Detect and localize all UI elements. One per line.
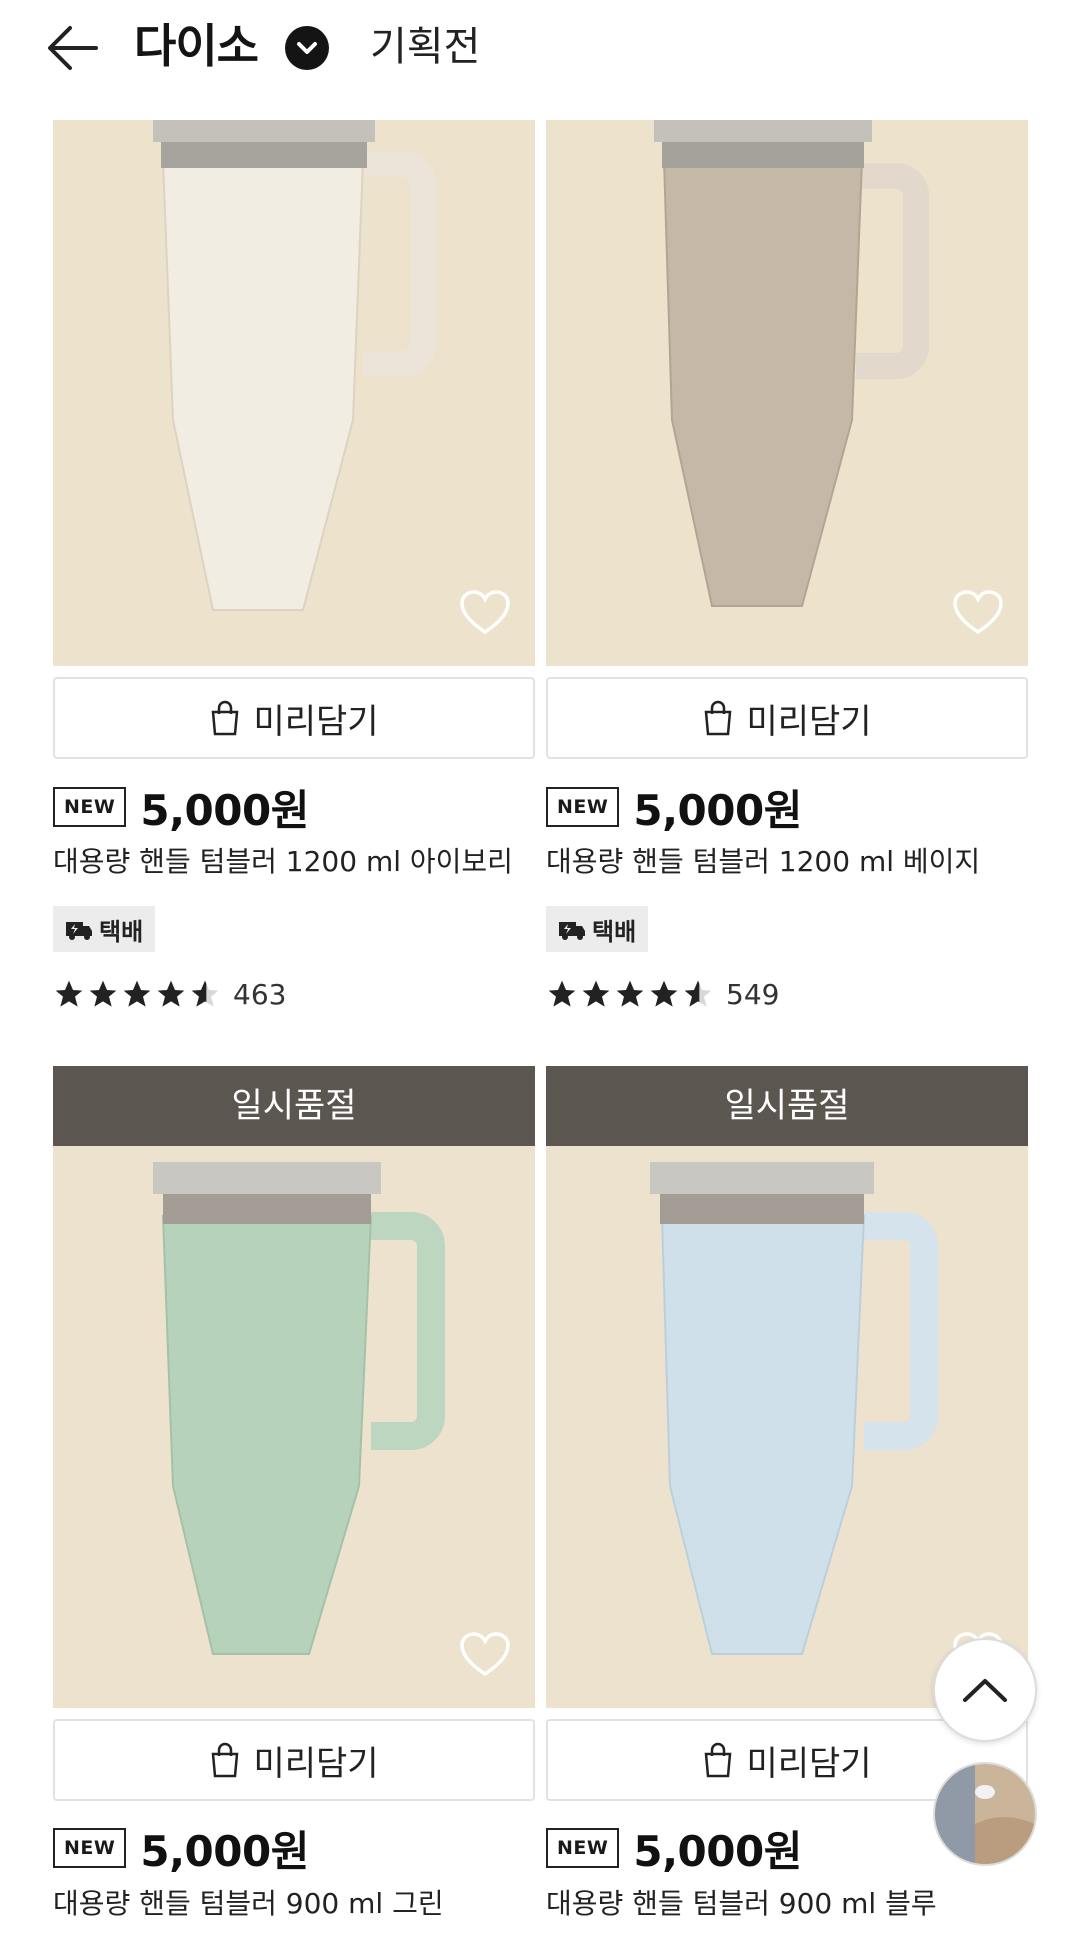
product-price: 5,000원 [140,1826,309,1876]
brand-title[interactable]: 다이소 [134,16,259,76]
product-image[interactable] [53,120,535,666]
soldout-banner: 일시품절 [546,1066,1028,1146]
page-subtitle: 기획전 [370,24,481,70]
star-icon [55,980,83,1007]
delivery-tag-label: 택배 [592,917,637,946]
delivery-tag-label: 택배 [99,917,144,946]
cart-button-label: 미리담기 [746,701,872,742]
product-name[interactable]: 대용량 핸들 텀블러 900 ml 블루 [546,1884,937,1924]
add-to-cart-button[interactable]: 미리담기 [546,677,1028,759]
delivery-tag: 택배 [53,906,156,952]
recent-item-thumbnail[interactable] [933,1762,1037,1866]
star-half-icon [684,980,712,1007]
star-icon [650,980,678,1007]
new-badge: NEW [546,1828,620,1868]
new-badge: NEW [53,787,127,827]
product-image[interactable]: 일시품절 [546,1066,1028,1708]
shopping-bag-icon [705,1742,732,1778]
price-row: NEW 5,000원 [546,781,802,835]
new-badge: NEW [53,1828,127,1868]
product-image[interactable] [546,120,1028,666]
star-icon [123,980,151,1007]
delivery-truck-icon [559,922,585,940]
product-name[interactable]: 대용량 핸들 텀블러 1200 ml 아이보리 [53,842,513,882]
heart-icon[interactable] [952,590,1004,636]
top-bar: 다이소 기획전 [0,0,1080,118]
heart-icon[interactable] [459,1632,511,1678]
heart-icon[interactable] [459,590,511,636]
new-badge: NEW [546,787,620,827]
product-name[interactable]: 대용량 핸들 텀블러 900 ml 그린 [53,1884,444,1924]
shopping-bag-icon [705,700,732,736]
tumbler-illustration [546,1066,1028,1708]
star-icon [616,980,644,1007]
rating-count: 549 [726,977,780,1011]
add-to-cart-button[interactable]: 미리담기 [53,677,535,759]
delivery-tag: 택배 [546,906,649,952]
star-icon [582,980,610,1007]
chevron-up-icon [963,1679,1007,1702]
product-rating: 549 [546,974,779,1014]
star-icon [548,980,576,1007]
product-price: 5,000원 [633,785,802,835]
tumbler-illustration [53,120,535,666]
rating-stars [546,978,714,1010]
product-rating: 463 [53,974,286,1014]
cart-button-label: 미리담기 [746,1743,872,1784]
rating-stars [53,978,221,1010]
delivery-truck-icon [66,922,92,940]
product-price: 5,000원 [140,785,309,835]
star-icon [89,980,117,1007]
cart-button-label: 미리담기 [253,701,379,742]
shopping-bag-icon [212,1742,239,1778]
add-to-cart-button[interactable]: 미리담기 [53,1719,535,1801]
rating-count: 463 [233,977,287,1011]
product-image[interactable]: 일시품절 [53,1066,535,1708]
back-arrow-icon[interactable] [44,18,104,78]
thumbnail-image [935,1764,1035,1864]
price-row: NEW 5,000원 [53,781,309,835]
product-price: 5,000원 [633,1826,802,1876]
scroll-to-top-button[interactable] [933,1638,1037,1742]
tumbler-illustration [53,1066,535,1708]
cart-button-label: 미리담기 [253,1743,379,1784]
price-row: NEW 5,000원 [546,1822,802,1876]
chevron-down-icon[interactable] [285,26,329,70]
star-icon [157,980,185,1007]
product-name[interactable]: 대용량 핸들 텀블러 1200 ml 베이지 [546,842,980,882]
shopping-bag-icon [212,700,239,736]
tumbler-illustration [546,120,1028,666]
soldout-banner: 일시품절 [53,1066,535,1146]
price-row: NEW 5,000원 [53,1822,309,1876]
star-half-icon [191,980,219,1007]
